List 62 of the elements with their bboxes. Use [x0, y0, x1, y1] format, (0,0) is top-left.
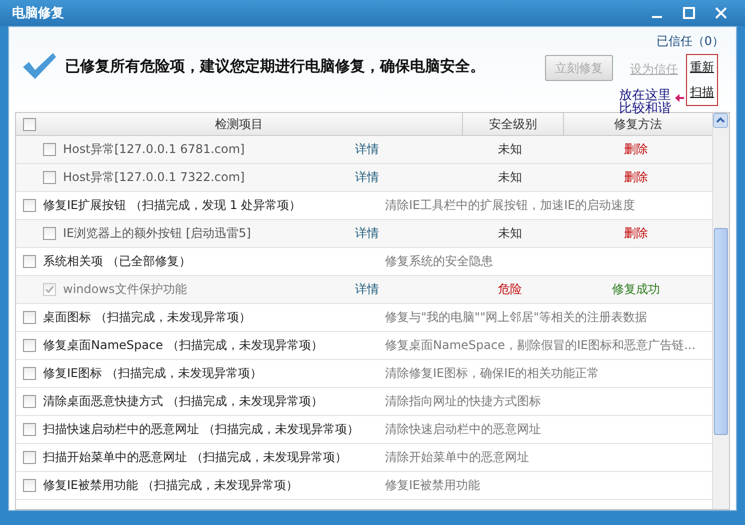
row-checkbox[interactable]: [23, 199, 36, 212]
window-title: 电脑修复: [12, 4, 64, 22]
item-label: IE浏览器上的额外按钮 [启动迅雷5]: [63, 225, 252, 242]
row-checkbox[interactable]: [23, 255, 36, 268]
row-checkbox[interactable]: [23, 311, 36, 324]
row-checkbox[interactable]: [23, 339, 36, 352]
safety-level: 危险: [497, 281, 523, 298]
scrollbar[interactable]: [712, 113, 729, 509]
select-all-checkbox[interactable]: [23, 118, 36, 131]
item-label: 扫描快速启动栏中的恶意网址 （扫描完成，未发现异常项）: [43, 421, 360, 438]
item-label: 清除桌面恶意快捷方式 （扫描完成，未发现异常项）: [43, 393, 324, 410]
maximize-icon[interactable]: [683, 7, 695, 19]
safety-level: 未知: [497, 225, 523, 242]
fix-action[interactable]: 删除: [560, 169, 712, 186]
item-description: 清除IE工具栏中的扩展按钮，加速IE的启动速度: [385, 197, 636, 214]
scroll-up-icon[interactable]: [713, 113, 728, 128]
item-label: 修复IE被禁用功能 （扫描完成，未发现异常项）: [43, 477, 299, 494]
details-link[interactable]: 详情: [355, 225, 500, 242]
item-label: 系统相关项 （已全部修复）: [43, 253, 192, 270]
checkmark-icon: [21, 51, 57, 81]
item-description: 清除修复IE图标，确保IE的相关功能正常: [385, 365, 600, 382]
item-label: 扫描开始菜单中的恶意网址 （扫描完成，未发现异常项）: [43, 449, 348, 466]
item-description: 清除快速启动栏中的恶意网址: [385, 421, 541, 438]
safety-level: 未知: [497, 169, 523, 186]
item-description: 修复与"我的电脑""网上邻居"等相关的注册表数据: [385, 309, 648, 326]
row-checkbox[interactable]: [23, 479, 36, 492]
row-checkbox[interactable]: [23, 367, 36, 380]
row-checkbox[interactable]: [23, 451, 36, 464]
fix-action[interactable]: 删除: [560, 225, 712, 242]
item-label: Host异常[127.0.0.1 6781.com]: [63, 141, 246, 158]
item-description: 修复桌面NameSpace，剔除假冒的IE图标和恶意广告链...: [385, 337, 696, 354]
trusted-link[interactable]: 已信任（0）: [656, 33, 724, 50]
item-label: 修复IE图标 （扫描完成，未发现异常项）: [43, 365, 263, 382]
row-checkbox[interactable]: [23, 395, 36, 408]
safety-level: 未知: [497, 141, 523, 158]
rescan-link[interactable]: 重新: [690, 59, 714, 76]
annotation-text: 放在这里: [619, 89, 671, 102]
column-header: 检测项目: [215, 116, 263, 132]
row-checkbox[interactable]: [43, 143, 56, 156]
rescan-link[interactable]: 扫描: [690, 84, 714, 101]
row-checkbox[interactable]: [43, 171, 56, 184]
item-description: 清除开始菜单中的恶意网址: [385, 449, 529, 466]
item-description: 修复IE被禁用功能: [385, 477, 480, 494]
column-header: 修复方法: [614, 116, 662, 132]
item-label: windows文件保护功能: [63, 281, 188, 298]
scroll-thumb[interactable]: [714, 228, 728, 435]
close-icon[interactable]: [715, 7, 727, 19]
row-checkbox[interactable]: [23, 423, 36, 436]
item-label: Host异常[127.0.0.1 7322.com]: [63, 169, 246, 186]
details-link[interactable]: 详情: [355, 169, 500, 186]
item-label: 修复IE扩展按钮 （扫描完成，发现 1 处异常项）: [43, 197, 302, 214]
column-header: 安全级别: [489, 116, 537, 132]
annotation-text: 比较和谐: [619, 102, 671, 115]
item-label: 桌面图标 （扫描完成，未发现异常项）: [43, 309, 252, 326]
row-checkbox[interactable]: [43, 227, 56, 240]
item-description: 清除指向网址的快捷方式图标: [385, 393, 541, 410]
item-description: 修复系统的安全隐患: [385, 253, 493, 270]
arrow-icon: [675, 94, 684, 102]
details-link[interactable]: 详情: [355, 141, 500, 158]
item-label: 修复桌面NameSpace （扫描完成，未发现异常项）: [43, 337, 324, 354]
fix-action[interactable]: 删除: [560, 141, 712, 158]
status-message: 已修复所有危险项，建议您定期进行电脑修复，确保电脑安全。: [65, 57, 485, 76]
